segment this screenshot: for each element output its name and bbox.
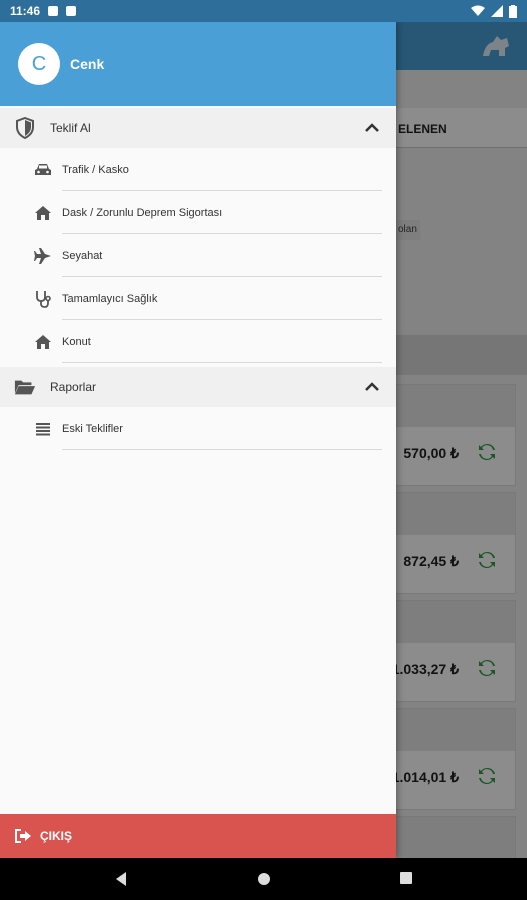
- folder-open-icon: [14, 376, 36, 398]
- menu-group-teklif-al[interactable]: Teklif Al: [0, 108, 396, 148]
- menu-item-eski-teklifler[interactable]: Eski Teklifler: [0, 407, 396, 450]
- menu-group-label: Teklif Al: [50, 121, 91, 135]
- avatar[interactable]: C: [18, 43, 60, 85]
- signal-icon: [491, 5, 503, 17]
- menu-item-dask[interactable]: Dask / Zorunlu Deprem Sigortası: [0, 191, 396, 234]
- menu-item-konut[interactable]: Konut: [0, 320, 396, 363]
- chevron-up-icon[interactable]: [364, 120, 380, 136]
- user-name: Cenk: [70, 56, 105, 72]
- home-icon: [34, 204, 52, 222]
- navigation-drawer: C Cenk Teklif Al Trafik / Kasko Dask / Z…: [0, 22, 396, 858]
- menu-item-label: Dask / Zorunlu Deprem Sigortası: [62, 206, 223, 219]
- menu-item-label: Eski Teklifler: [62, 422, 123, 435]
- system-nav-bar: [0, 858, 527, 900]
- status-time: 11:46: [10, 4, 41, 18]
- menu-item-tamamlayici-saglik[interactable]: Tamamlayıcı Sağlık: [0, 277, 396, 320]
- menu-item-label: Trafik / Kasko: [62, 163, 129, 176]
- menu-group-label: Raporlar: [50, 380, 97, 394]
- logout-button[interactable]: ÇIKIŞ: [0, 814, 396, 858]
- car-icon: [34, 161, 52, 179]
- sd-card-icon: [66, 6, 77, 16]
- chevron-up-icon[interactable]: [364, 379, 380, 395]
- menu-item-trafik-kasko[interactable]: Trafik / Kasko: [0, 148, 396, 191]
- menu-item-seyahat[interactable]: Seyahat: [0, 234, 396, 277]
- notification-icon: [48, 6, 59, 16]
- menu-group-raporlar[interactable]: Raporlar: [0, 367, 396, 407]
- status-bar: 11:46: [0, 0, 527, 22]
- airplane-icon: [34, 247, 52, 265]
- recents-icon[interactable]: [399, 871, 413, 885]
- back-icon[interactable]: [114, 871, 128, 887]
- menu-item-label: Tamamlayıcı Sağlık: [62, 292, 158, 305]
- list-icon: [34, 420, 52, 438]
- menu-item-label: Konut: [62, 335, 91, 348]
- shield-icon: [14, 117, 36, 139]
- stethoscope-icon: [34, 290, 52, 308]
- home-icon: [34, 333, 52, 351]
- logout-label: ÇIKIŞ: [40, 829, 73, 843]
- drawer-header: C Cenk: [0, 22, 396, 106]
- wifi-icon: [471, 5, 485, 16]
- menu-item-label: Seyahat: [62, 249, 103, 262]
- battery-icon: [509, 4, 517, 18]
- sign-out-icon: [15, 829, 31, 843]
- home-button-icon[interactable]: [256, 871, 272, 887]
